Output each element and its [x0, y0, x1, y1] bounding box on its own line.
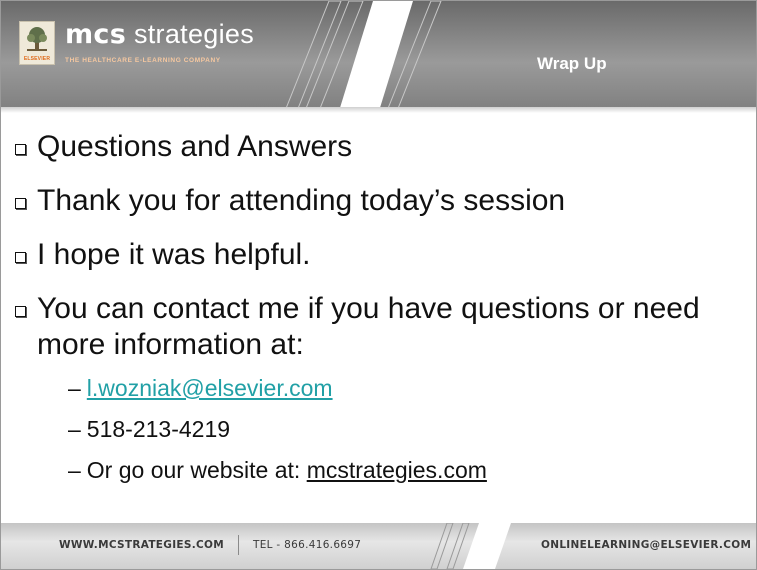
- list-item: I hope it was helpful.: [15, 237, 745, 273]
- brand-mark: mcs: [65, 19, 127, 50]
- footer-website: WWW.MCSTRATEGIES.COM: [59, 539, 225, 551]
- elsevier-logo: ELSEVIER: [19, 21, 55, 65]
- email-link[interactable]: l.wozniak@elsevier.com: [87, 375, 333, 401]
- website-prefix: Or go our website at:: [86, 457, 307, 483]
- checkbox-bullet-icon: [15, 144, 26, 155]
- logo-caption: ELSEVIER: [23, 56, 51, 62]
- brand-name: mcs strategies: [65, 19, 254, 50]
- footer-phone: TEL - 866.416.6697: [253, 539, 362, 551]
- slide-header: ELSEVIER mcs strategies THE HEALTHCARE E…: [1, 1, 756, 113]
- checkbox-bullet-icon: [15, 306, 26, 317]
- footer-email: ONLINELEARNING@ELSEVIER.COM: [541, 539, 752, 551]
- checkbox-bullet-icon: [15, 198, 26, 209]
- list-item-text: Questions and Answers: [37, 130, 353, 163]
- slide: ELSEVIER mcs strategies THE HEALTHCARE E…: [0, 0, 757, 570]
- checkbox-bullet-icon: [15, 252, 26, 263]
- contact-email-item: – l.wozniak@elsevier.com: [68, 375, 333, 401]
- website-link[interactable]: mcstrategies.com: [307, 457, 487, 483]
- brand-tagline: THE HEALTHCARE E-LEARNING COMPANY: [65, 57, 221, 64]
- page-title: Wrap Up: [537, 54, 607, 73]
- list-item-text: You can contact me if you have questions…: [37, 292, 700, 361]
- phone-number: 518-213-4219: [86, 416, 231, 442]
- tree-icon: [27, 27, 47, 51]
- slide-footer: WWW.MCSTRATEGIES.COM TEL - 866.416.6697 …: [1, 523, 756, 569]
- list-item: Questions and Answers: [15, 129, 745, 165]
- contact-website-item: – Or go our website at: mcstrategies.com: [68, 457, 487, 483]
- brand-word: strategies: [133, 19, 254, 49]
- bullet-list: Questions and Answers Thank you for atte…: [15, 129, 745, 498]
- contact-phone-item: –518-213-4219: [68, 416, 231, 442]
- list-item-text: I hope it was helpful.: [37, 238, 311, 271]
- list-item-text: Thank you for attending today’s session: [37, 184, 566, 217]
- list-item: Thank you for attending today’s session: [15, 183, 745, 219]
- footer-divider: [238, 535, 239, 555]
- list-item: You can contact me if you have questions…: [15, 291, 745, 363]
